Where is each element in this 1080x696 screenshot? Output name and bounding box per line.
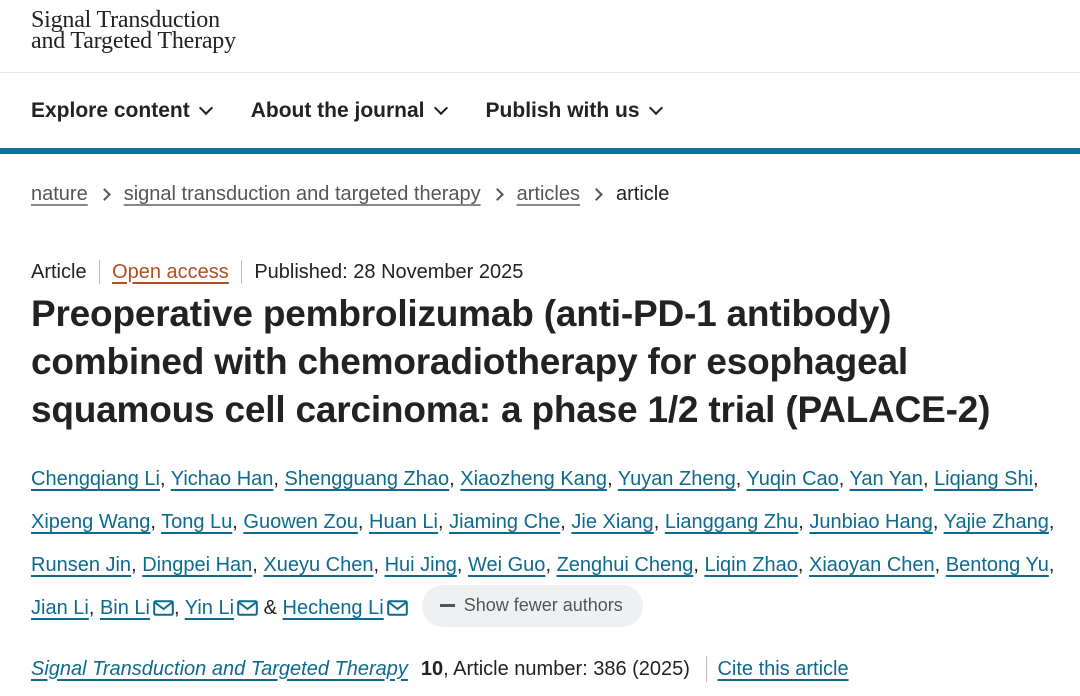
citation-divider bbox=[705, 656, 708, 682]
chevron-right-icon bbox=[590, 188, 603, 201]
article-type: Article bbox=[31, 260, 87, 283]
mail-icon[interactable] bbox=[153, 589, 174, 632]
nav-about-journal-label: About the journal bbox=[250, 99, 425, 122]
author-link[interactable]: Bin Li bbox=[100, 597, 150, 619]
author-link[interactable]: Hecheng Li bbox=[283, 597, 384, 619]
show-fewer-authors-button[interactable]: Show fewer authors bbox=[421, 584, 643, 627]
meta-divider bbox=[240, 260, 243, 284]
author-link[interactable]: Wei Guo bbox=[468, 554, 545, 576]
breadcrumb-current: article bbox=[615, 183, 670, 205]
breadcrumb: nature signal transduction and targeted … bbox=[31, 183, 669, 206]
author-link[interactable]: Yichao Han bbox=[171, 468, 274, 490]
author-link[interactable]: Yan Yan bbox=[850, 468, 923, 490]
citation-row: Signal Transduction and Targeted Therapy… bbox=[31, 656, 849, 682]
author-link[interactable]: Xueyu Chen bbox=[263, 554, 373, 576]
author-link[interactable]: Yin Li bbox=[185, 597, 234, 619]
minus-icon bbox=[439, 604, 455, 607]
nav-explore-content-label: Explore content bbox=[31, 99, 190, 122]
chevron-down-icon bbox=[198, 100, 213, 116]
nav-about-journal[interactable]: About the journal bbox=[250, 99, 448, 123]
show-fewer-authors-label: Show fewer authors bbox=[463, 595, 623, 616]
author-link[interactable]: Tong Lu bbox=[161, 511, 232, 533]
volume-number: 10 bbox=[420, 657, 444, 680]
author-link[interactable]: Yuyan Zheng bbox=[618, 468, 736, 490]
author-link[interactable]: Lianggang Zhu bbox=[665, 511, 798, 533]
author-link[interactable]: Jian Li bbox=[31, 597, 89, 619]
author-link[interactable]: Junbiao Hang bbox=[809, 511, 932, 533]
chevron-down-icon bbox=[433, 100, 448, 116]
author-link[interactable]: Jiaming Che bbox=[449, 511, 560, 533]
author-conjunction: & bbox=[263, 597, 277, 619]
author-link[interactable]: Hui Jing bbox=[385, 554, 457, 576]
author-link[interactable]: Jie Xiang bbox=[571, 511, 653, 533]
author-link[interactable]: Huan Li bbox=[369, 511, 438, 533]
article-meta: Article Open access Published: 28 Novemb… bbox=[31, 260, 523, 284]
article-title: Preoperative pembrolizumab (anti-PD-1 an… bbox=[31, 293, 991, 430]
article-number: , Article number: 386 (2025) bbox=[443, 657, 690, 680]
author-link[interactable]: Zenghui Cheng bbox=[557, 554, 694, 576]
journal-logo[interactable]: Signal Transduction and Targeted Therapy bbox=[31, 8, 236, 54]
breadcrumb-articles[interactable]: articles bbox=[517, 183, 580, 206]
author-link[interactable]: Xiaozheng Kang bbox=[460, 468, 607, 490]
meta-divider bbox=[98, 260, 101, 284]
author-link[interactable]: Yajie Zhang bbox=[944, 511, 1049, 533]
nav-explore-content[interactable]: Explore content bbox=[31, 99, 213, 123]
published-date: Published: 28 November 2025 bbox=[254, 260, 524, 283]
nav-publish-with-us-label: Publish with us bbox=[485, 99, 640, 122]
author-link[interactable]: Liqin Zhao bbox=[704, 554, 797, 576]
breadcrumb-journal[interactable]: signal transduction and targeted therapy bbox=[124, 183, 481, 206]
breadcrumb-nature[interactable]: nature bbox=[31, 183, 88, 206]
author-link[interactable]: Yuqin Cao bbox=[746, 468, 838, 490]
author-link[interactable]: Xiaoyan Chen bbox=[809, 554, 935, 576]
author-link[interactable]: Dingpei Han bbox=[142, 554, 252, 576]
author-link[interactable]: Guowen Zou bbox=[243, 511, 358, 533]
chevron-down-icon bbox=[648, 100, 663, 116]
author-link[interactable]: Runsen Jin bbox=[31, 554, 131, 576]
main-nav: Explore content About the journal Publis… bbox=[31, 96, 701, 126]
author-link[interactable]: Liqiang Shi bbox=[934, 468, 1033, 490]
author-link[interactable]: Bentong Yu bbox=[946, 554, 1049, 576]
mail-icon[interactable] bbox=[386, 589, 408, 632]
chevron-right-icon bbox=[97, 188, 111, 201]
logo-line-2: and Targeted Therapy bbox=[31, 28, 236, 54]
mail-icon[interactable] bbox=[237, 589, 258, 632]
cite-this-article-link[interactable]: Cite this article bbox=[717, 658, 848, 681]
journal-link[interactable]: Signal Transduction and Targeted Therapy bbox=[31, 658, 408, 681]
nav-publish-with-us[interactable]: Publish with us bbox=[485, 99, 663, 123]
open-access-link[interactable]: Open access bbox=[112, 261, 229, 284]
author-list: Chengqiang Li, Yichao Han, Shengguang Zh… bbox=[31, 458, 1056, 632]
author-link[interactable]: Shengguang Zhao bbox=[285, 468, 450, 490]
author-link[interactable]: Xipeng Wang bbox=[31, 511, 150, 533]
chevron-right-icon bbox=[490, 188, 504, 201]
nav-accent-bar bbox=[0, 148, 1080, 154]
header-divider bbox=[0, 72, 1080, 73]
author-link[interactable]: Chengqiang Li bbox=[31, 468, 160, 490]
